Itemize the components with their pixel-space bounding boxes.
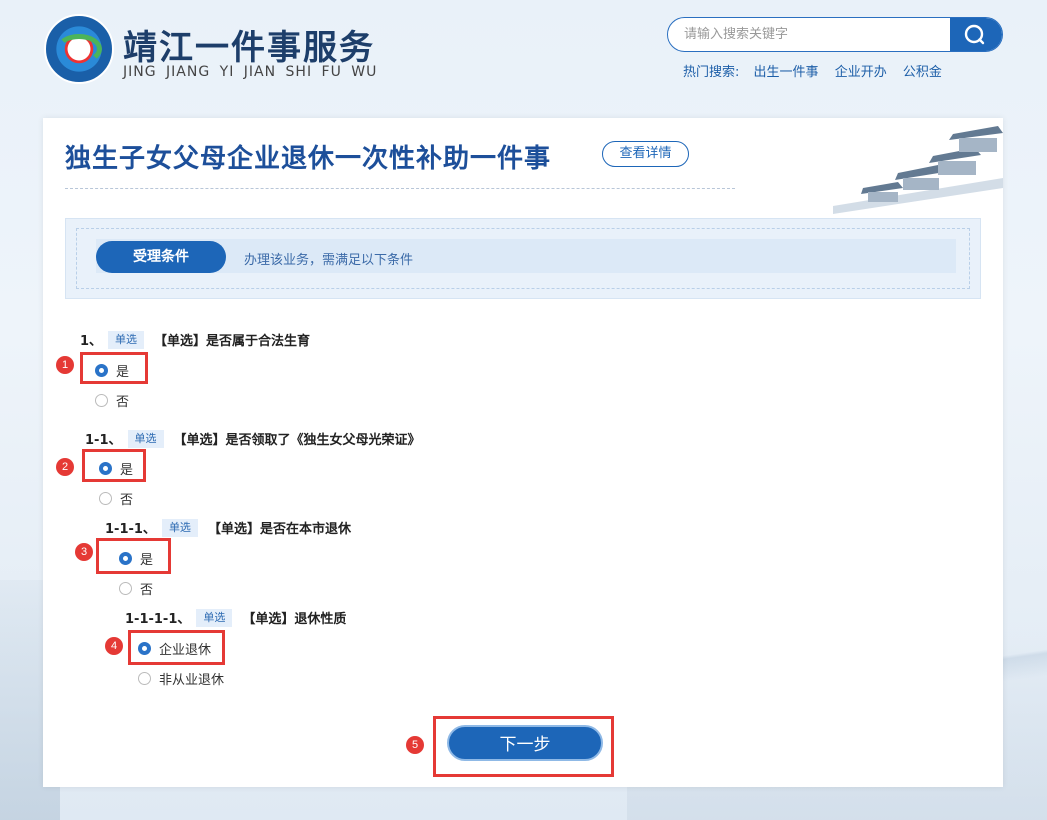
question-1-1-1: 1-1-1、 单选 【单选】是否在本市退休 (105, 518, 351, 537)
radio-icon[interactable] (138, 672, 151, 685)
highlight-box-5 (433, 716, 614, 777)
single-choice-badge: 单选 (127, 429, 164, 448)
option-q1-1-1-no[interactable]: 否 (119, 579, 153, 598)
logo-icon (44, 14, 114, 84)
hot-search: 热门搜索: 出生一件事 企业开办 公积金 (683, 61, 954, 80)
search-input[interactable] (668, 18, 952, 51)
condition-panel: 受理条件 办理该业务，需满足以下条件 (65, 218, 981, 299)
highlight-box-2 (82, 449, 146, 482)
radio-icon[interactable] (95, 394, 108, 407)
question-text: 【单选】是否在本市退休 (207, 522, 351, 537)
radio-icon[interactable] (119, 582, 132, 595)
search-box (667, 17, 1003, 52)
building-illustration (833, 126, 1003, 214)
highlight-box-4 (128, 630, 225, 665)
marker-5: 5 (406, 736, 424, 754)
marker-1: 1 (56, 356, 74, 374)
hot-search-item-birth[interactable]: 出生一件事 (754, 65, 819, 80)
question-1-1: 1-1、 单选 【单选】是否领取了《独生女父母光荣证》 (85, 429, 421, 448)
logo-subtitle: JING JIANG YI JIAN SHI FU WU (123, 64, 378, 80)
marker-3: 3 (75, 543, 93, 561)
radio-icon[interactable] (99, 492, 112, 505)
hot-search-label: 热门搜索: (683, 65, 740, 80)
marker-2: 2 (56, 458, 74, 476)
condition-text: 办理该业务，需满足以下条件 (244, 253, 414, 268)
condition-tag: 受理条件 (96, 241, 226, 273)
question-1: 1、 单选 【单选】是否属于合法生育 (80, 330, 310, 349)
single-choice-badge: 单选 (108, 330, 145, 349)
hot-search-item-fund[interactable]: 公积金 (903, 65, 942, 80)
question-text: 【单选】是否领取了《独生女父母光荣证》 (173, 433, 421, 448)
title-divider (65, 188, 735, 189)
view-details-button[interactable]: 查看详情 (602, 141, 689, 167)
highlight-box-1 (80, 352, 148, 384)
highlight-box-3 (96, 538, 171, 574)
option-q1-no[interactable]: 否 (95, 391, 129, 410)
search-icon (964, 24, 985, 45)
option-q1-1-no[interactable]: 否 (99, 489, 133, 508)
single-choice-badge: 单选 (161, 518, 198, 537)
logo-title: 靖江一件事服务 (123, 28, 375, 68)
page-title: 独生子女父母企业退休一次性补助一件事 (65, 144, 552, 174)
question-text: 【单选】退休性质 (242, 612, 347, 627)
search-button[interactable] (950, 18, 1002, 51)
option-non-employed-retire[interactable]: 非从业退休 (138, 669, 224, 688)
hot-search-item-business[interactable]: 企业开办 (835, 65, 887, 80)
main-card: 独生子女父母企业退休一次性补助一件事 查看详情 受理条件 办理该业务，需满足以下… (43, 118, 1003, 787)
question-1-1-1-1: 1-1-1-1、 单选 【单选】退休性质 (125, 608, 346, 627)
question-text: 【单选】是否属于合法生育 (154, 334, 311, 349)
marker-4: 4 (105, 637, 123, 655)
single-choice-badge: 单选 (196, 608, 233, 627)
